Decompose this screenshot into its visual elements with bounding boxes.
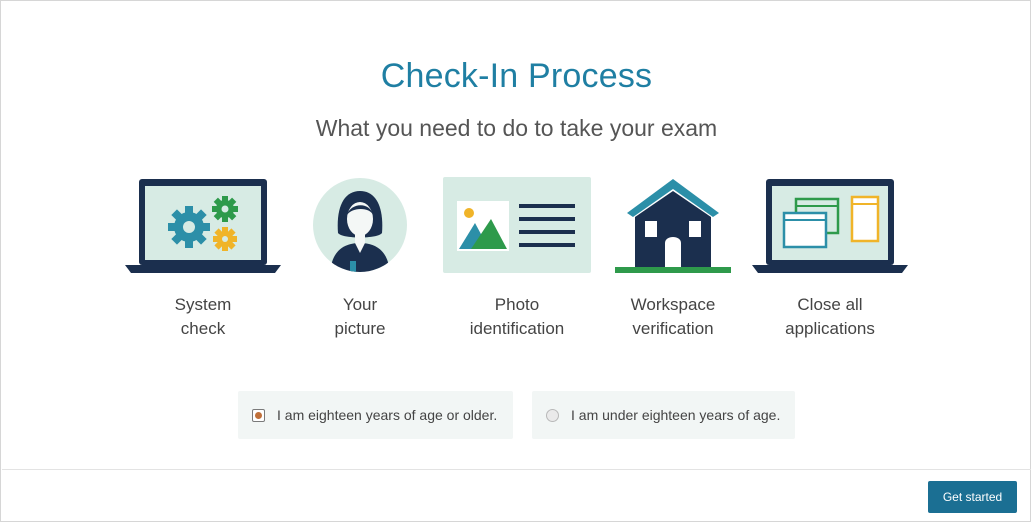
age-label-under-eighteen: I am under eighteen years of age. — [571, 407, 781, 423]
laptop-gears-icon — [125, 179, 281, 273]
step-system-check — [125, 177, 281, 277]
check-in-dialog: Check-In Process What you need to do to … — [0, 0, 1031, 522]
person-avatar-icon — [313, 178, 407, 272]
age-option-eighteen-or-older[interactable]: I am eighteen years of age or older. — [238, 391, 513, 439]
id-card-icon — [443, 177, 591, 273]
step-your-picture — [312, 177, 408, 277]
step-label-workspace-verification: Workspace verification — [630, 295, 716, 338]
step-workspace-verification — [615, 177, 731, 275]
page-title: Check-In Process — [380, 57, 653, 95]
step-photo-identification — [443, 177, 591, 273]
footer-divider — [2, 469, 1031, 470]
house-icon — [615, 179, 731, 273]
step-close-all-applications — [752, 177, 908, 277]
get-started-button[interactable]: Get started — [928, 481, 1017, 513]
age-label-eighteen-or-older: I am eighteen years of age or older. — [277, 407, 498, 423]
age-option-under-eighteen[interactable]: I am under eighteen years of age. — [532, 391, 795, 439]
step-label-your-picture: Your picture — [334, 295, 386, 338]
page-subtitle: What you need to do to take your exam — [315, 115, 718, 141]
step-label-close-all-applications: Close all applications — [785, 295, 875, 338]
age-radio-under-eighteen[interactable] — [546, 408, 559, 422]
age-radio-eighteen-or-older[interactable] — [252, 408, 265, 422]
laptop-windows-icon — [752, 179, 908, 273]
step-label-photo-identification: Photo identification — [469, 295, 565, 338]
step-label-system-check: System check — [174, 295, 232, 338]
